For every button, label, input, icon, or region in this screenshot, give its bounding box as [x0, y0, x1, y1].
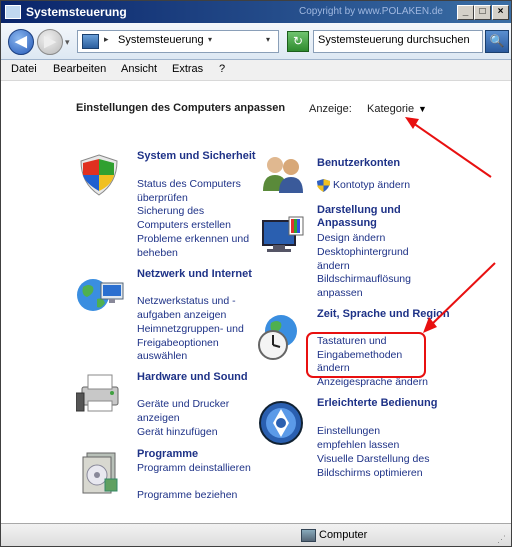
menu-bearbeiten[interactable]: Bearbeiten [53, 63, 106, 75]
copyright-text: Copyright by www.POLAKEN.de [299, 6, 443, 17]
menu-extras[interactable]: Extras [172, 63, 203, 75]
address-field[interactable]: ▸ Systemsteuerung ▾ ▾ [77, 30, 279, 53]
category-system-title[interactable]: System und Sicherheit [137, 150, 257, 163]
shield-icon [80, 154, 118, 196]
printer-icon [76, 374, 119, 412]
address-dropdown-icon[interactable]: ▾ [266, 35, 270, 44]
link-desktop-background[interactable]: Desktophintergrund ändern [317, 246, 437, 273]
link-keyboards-input[interactable]: Tastaturen und Eingabemethoden ändern [317, 335, 417, 376]
link-change-theme[interactable]: Design ändern [317, 232, 437, 246]
category-appearance-title[interactable]: Darstellung und Anpassung [317, 204, 457, 230]
link-troubleshoot[interactable]: Probleme erkennen und beheben [137, 233, 257, 260]
link-network-status[interactable]: Netzwerkstatus und -aufgaben anzeigen [137, 295, 257, 322]
control-panel-small-icon [82, 34, 99, 49]
link-devices-printers[interactable]: Geräte und Drucker anzeigen [137, 398, 257, 425]
search-icon[interactable]: 🔍 [485, 30, 509, 53]
category-clock-title[interactable]: Zeit, Sprache und Region [317, 308, 457, 321]
close-button[interactable]: × [492, 5, 509, 20]
menu-datei[interactable]: Datei [11, 63, 37, 75]
link-get-programs[interactable]: Programme beziehen [137, 489, 257, 503]
link-optimize-display[interactable]: Visuelle Darstellung des Bildschirms opt… [317, 453, 447, 480]
forward-arrow-icon: ▶ [44, 33, 56, 50]
category-hardware-title[interactable]: Hardware und Sound [137, 371, 257, 384]
breadcrumb-separator-icon[interactable]: ▸ [104, 34, 109, 45]
status-location: Computer [319, 529, 368, 541]
status-bar: Computer ⋰ [1, 523, 511, 546]
link-uninstall[interactable]: Programm deinstallieren [137, 462, 257, 476]
window-title: Systemsteuerung [26, 5, 127, 19]
forward-button[interactable]: ▶ [37, 29, 63, 55]
view-dropdown-icon[interactable]: ▼ [418, 104, 427, 114]
link-homegroup[interactable]: Heimnetzgruppen- und Freigabeoptionen au… [137, 323, 257, 364]
control-panel-window: Systemsteuerung Copyright by www.POLAKEN… [0, 0, 512, 547]
view-select[interactable]: Kategorie [367, 103, 414, 115]
category-network-title[interactable]: Netzwerk und Internet [137, 268, 257, 281]
address-toolbar: ◀ ▶ ▾ ▸ Systemsteuerung ▾ ▾ ↻ Systemsteu… [1, 23, 511, 60]
breadcrumb-systemsteuerung[interactable]: Systemsteuerung [118, 34, 204, 46]
link-computer-status[interactable]: Status des Computers überprüfen [137, 178, 257, 205]
uac-shield-icon [317, 179, 330, 192]
search-input[interactable]: Systemsteuerung durchsuchen [313, 30, 483, 53]
link-recommend-settings[interactable]: Einstellungen empfehlen lassen [317, 425, 427, 452]
menu-bar: Datei Bearbeiten Ansicht Extras ? [1, 60, 511, 81]
programs-icon [82, 452, 118, 494]
title-bar[interactable]: Systemsteuerung Copyright by www.POLAKEN… [1, 1, 511, 23]
menu-ansicht[interactable]: Ansicht [121, 63, 157, 75]
search-placeholder: Systemsteuerung durchsuchen [318, 34, 470, 46]
breadcrumb-dropdown-icon[interactable]: ▾ [208, 35, 212, 44]
category-programs-title[interactable]: Programme [137, 448, 257, 461]
category-access-title[interactable]: Erleichterte Bedienung [317, 397, 457, 410]
resize-grip-icon[interactable]: ⋰ [497, 534, 506, 545]
link-screen-resolution[interactable]: Bildschirmauflösung anpassen [317, 273, 437, 300]
refresh-button[interactable]: ↻ [287, 31, 309, 52]
link-account-type[interactable]: Kontotyp ändern [333, 179, 453, 193]
maximize-button[interactable]: □ [474, 5, 491, 20]
display-icon [262, 216, 304, 252]
menu-help[interactable]: ? [219, 63, 225, 75]
link-display-language[interactable]: Anzeigesprache ändern [317, 376, 457, 390]
computer-icon [301, 529, 316, 542]
back-button[interactable]: ◀ [8, 29, 34, 55]
minimize-button[interactable]: _ [457, 5, 474, 20]
view-label: Anzeige: [309, 103, 352, 115]
category-users-title[interactable]: Benutzerkonten [317, 157, 457, 170]
accessibility-icon [259, 401, 303, 445]
history-dropdown-icon[interactable]: ▾ [65, 37, 70, 48]
link-backup[interactable]: Sicherung des Computers erstellen [137, 205, 257, 232]
users-icon [263, 157, 303, 193]
network-globe-icon [77, 279, 124, 311]
main-content: Einstellungen des Computers anpassen Anz… [1, 81, 511, 523]
control-panel-icon [5, 5, 21, 19]
link-add-device[interactable]: Gerät hinzufügen [137, 426, 257, 440]
page-title: Einstellungen des Computers anpassen [76, 102, 286, 114]
clock-globe-icon [258, 315, 297, 360]
back-arrow-icon: ◀ [15, 33, 27, 50]
